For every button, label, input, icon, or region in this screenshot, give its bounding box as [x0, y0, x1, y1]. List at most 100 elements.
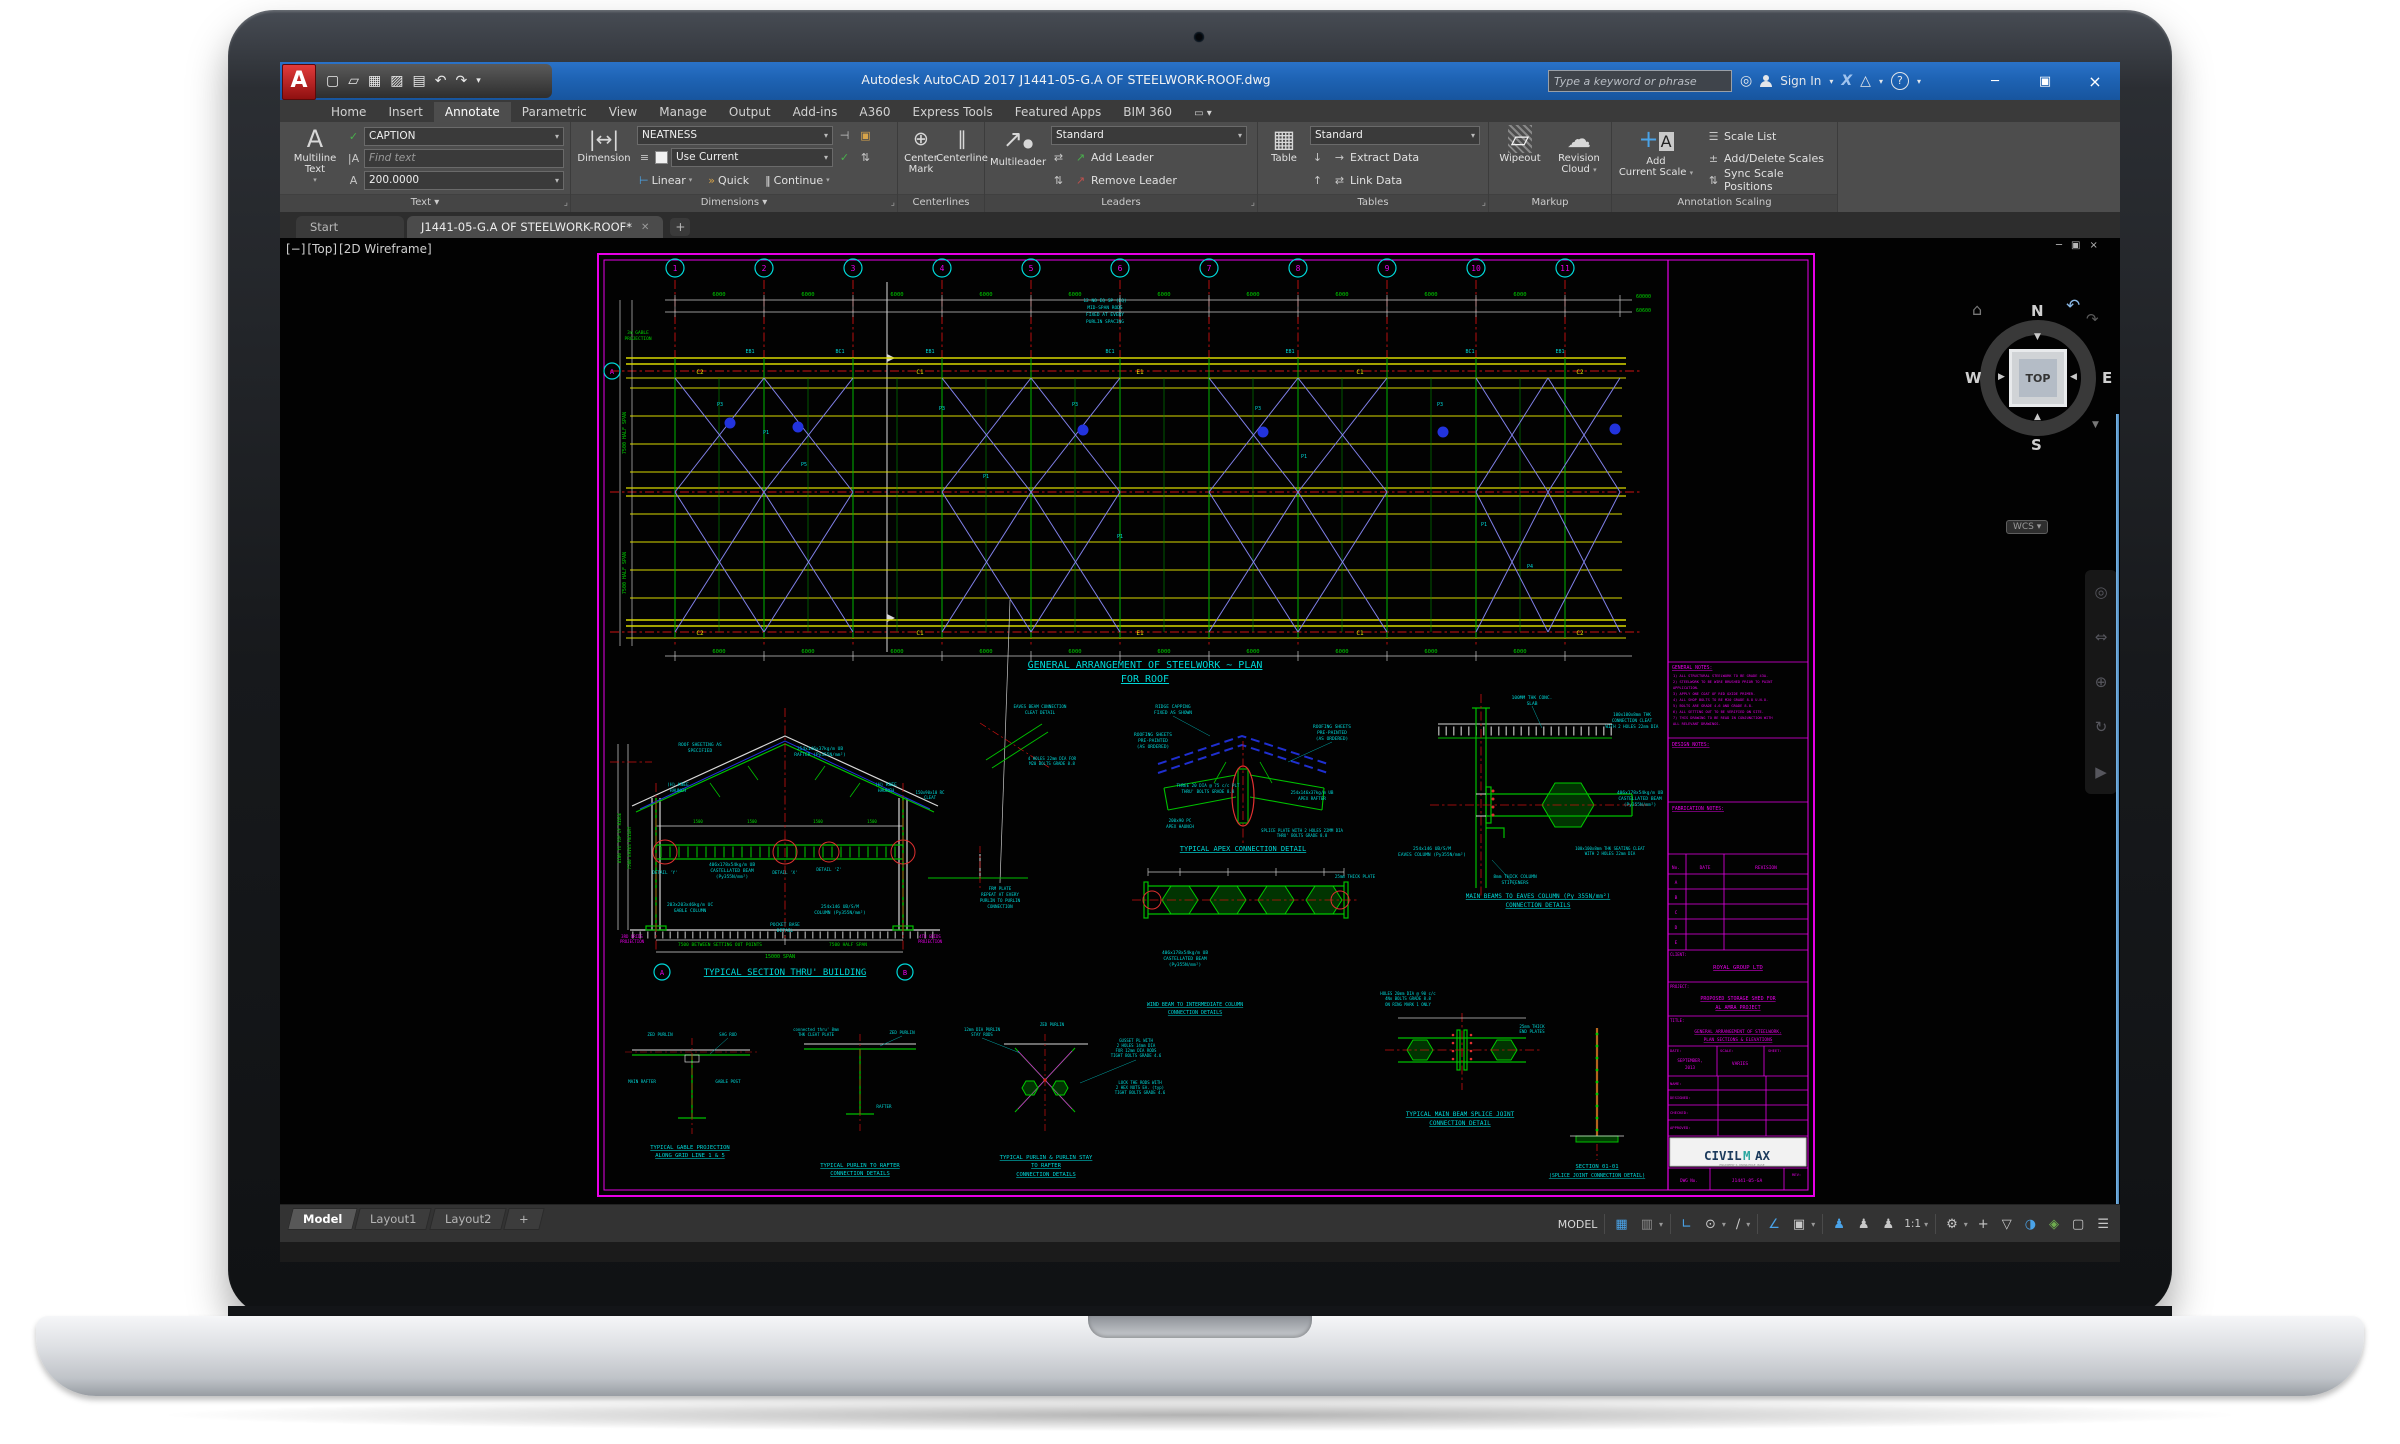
- crosshair-icon[interactable]: +: [1975, 1215, 1992, 1234]
- dialog-launcher-icon[interactable]: ⌟: [891, 195, 895, 211]
- multileader-button[interactable]: ↗● Multileader: [990, 125, 1046, 168]
- viewcube-east[interactable]: E: [2102, 369, 2112, 387]
- tab-express-tools[interactable]: Express Tools: [902, 102, 1004, 122]
- viewcube-south[interactable]: S: [2031, 436, 2042, 454]
- wipeout-button[interactable]: ▱ Wipeout: [1493, 125, 1547, 164]
- table-style-combo[interactable]: Standard ▾: [1310, 125, 1480, 145]
- undo-icon[interactable]: ↶: [435, 73, 447, 89]
- sync-scale-positions-button[interactable]: ⇅ Sync Scale Positions: [1702, 167, 1837, 193]
- minimize-button[interactable]: ─: [1970, 62, 2020, 100]
- search-icon[interactable]: ◎: [1740, 73, 1752, 89]
- dialog-launcher-icon[interactable]: ⌟: [564, 195, 568, 211]
- viewcube-arrow-down-icon[interactable]: ▲: [2034, 412, 2041, 422]
- text-height-combo[interactable]: 200.0000 ▾: [364, 170, 564, 190]
- a360-icon[interactable]: △: [1860, 73, 1871, 89]
- scrollbar[interactable]: [2116, 414, 2119, 1262]
- drawing-canvas[interactable]: [−] [Top] [2D Wireframe] ─ ▣ × 1 2 3 4 5…: [280, 238, 2120, 1262]
- tab-a360[interactable]: A360: [848, 102, 901, 122]
- table-import-icon[interactable]: ↑: [1310, 174, 1325, 187]
- tab-view[interactable]: View: [598, 102, 648, 122]
- isodraft-icon[interactable]: ∕: [1733, 1215, 1743, 1234]
- autoscale-icon[interactable]: ♟: [1855, 1215, 1873, 1234]
- spellcheck-icon[interactable]: ✓: [346, 130, 361, 143]
- panel-label-leaders[interactable]: Leaders ⌟: [985, 194, 1257, 212]
- file-tab-start[interactable]: Start: [296, 216, 404, 238]
- dim-check-icon[interactable]: ✓: [837, 151, 852, 164]
- center-mark-button[interactable]: ⊕ Center Mark: [901, 125, 941, 175]
- dimension-button[interactable]: |↔| Dimension: [576, 125, 632, 164]
- graphics-performance-icon[interactable]: ◑: [2022, 1215, 2039, 1234]
- open-file-icon[interactable]: ▱: [348, 73, 359, 89]
- dim-style-combo[interactable]: NEATNESS ▾: [637, 125, 833, 145]
- layout1-tab[interactable]: Layout1: [354, 1208, 433, 1230]
- redo-icon[interactable]: ↷: [455, 73, 467, 89]
- annotation-visibility-icon[interactable]: ♟: [1830, 1215, 1848, 1234]
- cad-drawing[interactable]: 1 2 3 4 5 6 7 8 9 10 11 A A B 6000 6000 6000 6000 6000 600…: [280, 238, 2120, 1204]
- linear-dim-button[interactable]: ⊢ Linear ▾: [635, 174, 696, 187]
- close-button[interactable]: ×: [2070, 62, 2120, 100]
- mleader-align-icon[interactable]: ⇅: [1051, 174, 1066, 187]
- annotation-scale-value[interactable]: 1:1: [1904, 1218, 1921, 1230]
- zoom-extents-icon[interactable]: ⊕: [2095, 673, 2108, 691]
- navigation-bar[interactable]: ◎ ⇔ ⊕ ↻ ▶: [2085, 570, 2117, 794]
- tab-addins[interactable]: Add-ins: [782, 102, 849, 122]
- scale-list-button[interactable]: ☰ Scale List: [1702, 130, 1780, 143]
- dim-update-icon[interactable]: ⇅: [858, 151, 873, 164]
- new-layout-tab[interactable]: +: [503, 1208, 545, 1230]
- new-tab-button[interactable]: +: [670, 218, 691, 236]
- panel-label-annotation-scaling[interactable]: Annotation Scaling: [1612, 194, 1837, 212]
- help-caret-icon[interactable]: ▾: [1917, 77, 1921, 86]
- selection-filter-icon[interactable]: ▽: [1999, 1215, 2015, 1234]
- dim-break-icon[interactable]: ⊣: [837, 129, 852, 142]
- viewcube-arrow-right-icon[interactable]: ◀: [2070, 372, 2077, 382]
- tab-annotate[interactable]: Annotate: [433, 102, 511, 122]
- new-file-icon[interactable]: ▢: [326, 73, 339, 89]
- panel-label-tables[interactable]: Tables ⌟: [1258, 194, 1488, 212]
- tab-output[interactable]: Output: [718, 102, 782, 122]
- tab-featured-apps[interactable]: Featured Apps: [1004, 102, 1112, 122]
- tab-insert[interactable]: Insert: [377, 102, 433, 122]
- viewcube-north[interactable]: N: [2031, 302, 2044, 320]
- viewcube-rotate-ccw-icon[interactable]: ↶: [2066, 296, 2080, 316]
- sign-in-button[interactable]: Sign In: [1780, 74, 1821, 88]
- remove-leader-button[interactable]: ↗ Remove Leader: [1069, 174, 1181, 187]
- viewcube-rotate-cw-icon[interactable]: ↷: [2086, 310, 2099, 328]
- table-export-icon[interactable]: ↓: [1310, 151, 1325, 164]
- save-icon[interactable]: ▦: [368, 73, 381, 89]
- wcs-dropdown[interactable]: WCS ▾: [2006, 520, 2049, 534]
- exchange-apps-icon[interactable]: X: [1841, 73, 1852, 89]
- ortho-toggle-icon[interactable]: ∟: [1678, 1215, 1695, 1234]
- model-space-button[interactable]: MODEL: [1558, 1218, 1598, 1231]
- continue-dim-button[interactable]: ‖ Continue ▾: [761, 174, 833, 187]
- osnap-tracking-icon[interactable]: ∠: [1765, 1215, 1783, 1234]
- customization-menu-icon[interactable]: ☰: [2094, 1215, 2112, 1234]
- mleader-style-combo[interactable]: Standard ▾: [1051, 125, 1247, 145]
- tab-home[interactable]: Home: [320, 102, 377, 122]
- panel-label-text[interactable]: Text ▾ ⌟: [280, 194, 570, 212]
- dim-layer-combo[interactable]: Use Current ▾: [671, 147, 833, 167]
- revision-cloud-button[interactable]: ☁ Revision Cloud ▾: [1551, 125, 1607, 176]
- showmotion-icon[interactable]: ▶: [2095, 763, 2107, 781]
- qat-dropdown-icon[interactable]: ▾: [476, 76, 481, 86]
- close-tab-icon[interactable]: ✕: [641, 222, 649, 233]
- file-tab-drawing[interactable]: J1441-05-G.A OF STEELWORK-ROOF* ✕: [407, 216, 664, 238]
- add-delete-scales-button[interactable]: ± Add/Delete Scales: [1702, 152, 1828, 165]
- tab-parametric[interactable]: Parametric: [511, 102, 598, 122]
- viewcube-arrow-up-icon[interactable]: ▼: [2034, 332, 2041, 342]
- multiline-text-button[interactable]: A Multiline Text ▾: [288, 125, 342, 186]
- link-data-button[interactable]: ⇄ Link Data: [1328, 174, 1406, 187]
- tab-bim360[interactable]: BIM 360: [1112, 102, 1183, 122]
- add-current-scale-button[interactable]: + A Add Current Scale ▾: [1618, 125, 1694, 179]
- viewcube-menu-caret-icon[interactable]: ▼: [2092, 420, 2099, 430]
- extract-data-button[interactable]: → Extract Data: [1328, 151, 1423, 164]
- add-leader-button[interactable]: ↗ Add Leader: [1069, 151, 1158, 164]
- polar-tracking-icon[interactable]: ⊙: [1702, 1215, 1719, 1234]
- orbit-icon[interactable]: ↻: [2095, 718, 2108, 736]
- dim-adjust-space-icon[interactable]: ▣: [858, 129, 873, 142]
- mleader-collect-icon[interactable]: ⇄: [1051, 151, 1066, 164]
- a360-caret-icon[interactable]: ▾: [1879, 77, 1883, 86]
- viewcube-arrow-left-icon[interactable]: ▶: [1998, 372, 2005, 382]
- dialog-launcher-icon[interactable]: ⌟: [1482, 195, 1486, 211]
- centerline-button[interactable]: ∥ Centerline: [936, 125, 988, 164]
- restore-button[interactable]: ▣: [2020, 62, 2070, 100]
